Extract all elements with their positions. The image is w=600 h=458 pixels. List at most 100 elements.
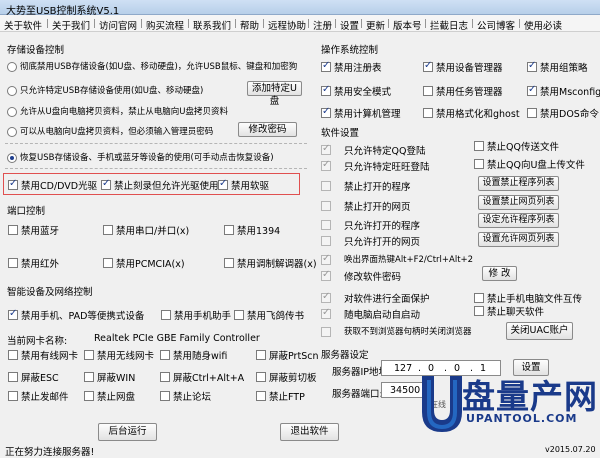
checkbox-block-programs[interactable] <box>321 181 331 191</box>
radio-usb-write-password[interactable] <box>7 127 17 137</box>
checkbox-disable-computer-mgmt[interactable] <box>321 106 331 118</box>
menu-separator: | <box>93 19 97 29</box>
checkbox-label-disable-group-policy: 禁用组策略 <box>540 63 588 74</box>
checkbox-disable-portable-devices[interactable] <box>8 308 18 320</box>
checkbox-block-qq-file-transfer[interactable] <box>474 141 484 151</box>
checkbox-disable-phone-assistant[interactable] <box>161 310 171 320</box>
checkbox-disable-safe-mode[interactable] <box>321 84 331 96</box>
checkbox-hotkey[interactable] <box>321 253 331 265</box>
menu-bar: 关于软件 关于我们 访问官网 购买流程 联系我们 帮助 远程协助 注册 设置 更… <box>0 15 600 32</box>
menu-about-software[interactable]: 关于软件 <box>4 18 42 32</box>
menu-separator: | <box>518 19 522 29</box>
set-blocked-webpages-button[interactable]: 设置禁止网页列表 <box>478 195 559 210</box>
checkbox-block-chat-software[interactable] <box>474 306 484 316</box>
exit-button[interactable]: 退出软件 <box>280 423 339 441</box>
run-background-button[interactable]: 后台运行 <box>98 423 157 441</box>
checkbox-label-allow-specific-qq: 只允许特定QQ登陆 <box>344 146 426 157</box>
menu-update[interactable]: 更新 <box>366 18 385 32</box>
checkbox-label-block-ftp: 禁止FTP <box>269 392 305 403</box>
checkbox-disable-1394[interactable] <box>224 225 234 235</box>
checkbox-disable-cd[interactable] <box>8 178 18 190</box>
checkbox-change-software-password[interactable] <box>321 269 331 281</box>
set-allowed-programs-button[interactable]: 设定允许程序列表 <box>478 213 559 228</box>
menu-about-us[interactable]: 关于我们 <box>52 18 90 32</box>
checkbox-disable-burning[interactable] <box>101 178 111 190</box>
checkbox-block-qq-usb-upload[interactable] <box>474 159 484 169</box>
menu-block-log[interactable]: 拦截日志 <box>430 18 468 32</box>
checkbox-block-ftp[interactable] <box>256 391 266 401</box>
checkbox-disable-pcmcia[interactable] <box>103 258 113 268</box>
checkbox-allow-specific-qq[interactable] <box>321 143 331 155</box>
checkbox-allow-specific-wangwang[interactable] <box>321 159 331 171</box>
set-allowed-webpages-button[interactable]: 设置允许网页列表 <box>478 232 559 247</box>
checkbox-disable-dos[interactable] <box>527 108 537 118</box>
checkbox-label-autostart: 随电脑启动自启动 <box>344 310 421 321</box>
checkbox-disable-group-policy[interactable] <box>527 60 537 72</box>
checkbox-block-ctrl-alt-a[interactable] <box>160 372 170 382</box>
checkbox-block-webpages[interactable] <box>321 201 331 211</box>
checkbox-label-block-programs: 禁止打开的程序 <box>344 182 411 193</box>
set-blocked-programs-button[interactable]: 设置禁止程序列表 <box>478 176 559 191</box>
checkbox-disable-device-manager[interactable] <box>423 60 433 72</box>
checkbox-disable-wireless-nic[interactable] <box>84 350 94 360</box>
checkbox-disable-modem[interactable] <box>224 258 234 268</box>
change-password-button[interactable]: 修改密码 <box>238 122 297 137</box>
checkbox-block-email[interactable] <box>8 391 18 401</box>
menu-company-blog[interactable]: 公司博客 <box>477 18 515 32</box>
checkbox-disable-feige[interactable] <box>234 310 244 320</box>
checkbox-disable-wired-nic[interactable] <box>8 350 18 360</box>
radio-allow-specific-usb[interactable] <box>7 86 17 96</box>
checkbox-block-netdisk[interactable] <box>84 391 94 401</box>
checkbox-disable-floppy[interactable] <box>218 178 228 190</box>
checkbox-allow-webpages[interactable] <box>321 236 331 246</box>
server-port-value: 34500 <box>390 385 421 396</box>
checkbox-label-allow-webpages: 只允许打开的网页 <box>344 237 421 248</box>
menu-separator: | <box>360 19 364 29</box>
checkbox-disable-infrared[interactable] <box>8 258 18 268</box>
watermark-url: UPANTOOL.COM <box>466 412 578 425</box>
menu-remote-assist[interactable]: 远程协助 <box>268 18 306 32</box>
menu-help[interactable]: 帮助 <box>240 18 259 32</box>
checkbox-close-browser[interactable] <box>321 327 331 337</box>
menu-settings[interactable]: 设置 <box>340 18 359 32</box>
radio-label-allow-specific-usb: 只允许特定USB存储设备使用(如U盘、移动硬盘) <box>20 86 204 96</box>
menu-website[interactable]: 访问官网 <box>99 18 137 32</box>
checkbox-label-disable-infrared: 禁用红外 <box>21 259 60 270</box>
checkbox-block-clipboard[interactable] <box>256 372 266 382</box>
radio-usb-read-only[interactable] <box>7 107 17 117</box>
radio-restore-usb[interactable] <box>7 153 17 163</box>
checkbox-disable-format-ghost[interactable] <box>423 108 433 118</box>
checkbox-disable-serial-parallel[interactable] <box>103 225 113 235</box>
radio-disable-usb-storage[interactable] <box>7 62 17 72</box>
checkbox-block-phone-pc-transfer[interactable] <box>474 293 484 303</box>
menu-separator: | <box>187 19 191 29</box>
checkbox-disable-task-manager[interactable] <box>423 86 433 96</box>
menu-purchase[interactable]: 购买流程 <box>146 18 184 32</box>
add-specific-usb-button[interactable]: 添加特定U盘 <box>247 81 302 107</box>
checkbox-disable-registry[interactable] <box>321 60 331 72</box>
checkbox-block-forum[interactable] <box>160 391 170 401</box>
checkbox-label-disable-dos: 禁用DOS命令 <box>540 109 599 120</box>
checkbox-disable-bluetooth[interactable] <box>8 225 18 235</box>
close-uac-button[interactable]: 关闭UAC账户 <box>506 322 573 340</box>
checkbox-allow-programs[interactable] <box>321 220 331 230</box>
modify-password-button[interactable]: 修 改 <box>482 266 517 281</box>
checkbox-label-block-netdisk: 禁止网盘 <box>97 392 136 403</box>
checkbox-label-block-esc: 屏蔽ESC <box>21 373 59 384</box>
checkbox-block-esc[interactable] <box>8 372 18 382</box>
menu-contact[interactable]: 联系我们 <box>193 18 231 32</box>
menu-register[interactable]: 注册 <box>313 18 332 32</box>
checkbox-label-disable-pcmcia: 禁用PCMCIA(x) <box>116 259 185 270</box>
menu-version[interactable]: 版本号 <box>393 18 422 32</box>
checkbox-label-disable-safe-mode: 禁用安全模式 <box>334 87 392 98</box>
checkbox-disable-msconfig[interactable] <box>527 84 537 96</box>
checkbox-autostart[interactable] <box>321 307 331 319</box>
checkbox-block-prtscn[interactable] <box>256 350 266 360</box>
checkbox-disable-portable-wifi[interactable] <box>160 350 170 360</box>
menu-separator: | <box>387 19 391 29</box>
menu-must-read[interactable]: 使用必读 <box>524 18 562 32</box>
checkbox-full-protection[interactable] <box>321 291 331 303</box>
checkbox-block-win[interactable] <box>84 372 94 382</box>
smart-section-heading: 智能设备及网络控制 <box>7 287 93 298</box>
u-disk-logo-icon <box>422 376 462 432</box>
